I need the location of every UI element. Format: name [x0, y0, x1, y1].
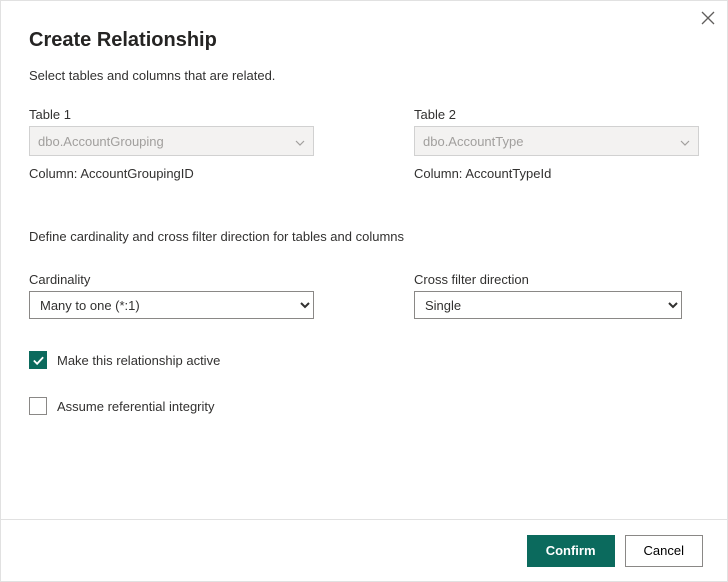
cancel-button[interactable]: Cancel	[625, 535, 703, 567]
dialog-subtitle: Select tables and columns that are relat…	[29, 68, 699, 83]
chevron-down-icon	[680, 136, 690, 146]
crossfilter-label: Cross filter direction	[414, 272, 699, 287]
table2-label: Table 2	[414, 107, 699, 122]
dialog-footer: Confirm Cancel	[1, 519, 727, 581]
table2-value: dbo.AccountType	[423, 134, 523, 149]
active-checkbox[interactable]	[29, 351, 47, 369]
table1-label: Table 1	[29, 107, 314, 122]
table2-column-value: AccountTypeId	[465, 166, 551, 181]
confirm-button[interactable]: Confirm	[527, 535, 615, 567]
table2-column-label: Column:	[414, 166, 462, 181]
chevron-down-icon	[295, 136, 305, 146]
cardinality-section-text: Define cardinality and cross filter dire…	[29, 229, 699, 244]
checkmark-icon	[32, 354, 45, 367]
crossfilter-select[interactable]: Single	[414, 291, 682, 319]
table1-select[interactable]: dbo.AccountGrouping	[29, 126, 314, 156]
integrity-checkbox-label: Assume referential integrity	[57, 399, 215, 414]
cardinality-label: Cardinality	[29, 272, 314, 287]
cardinality-select[interactable]: Many to one (*:1)	[29, 291, 314, 319]
active-checkbox-label: Make this relationship active	[57, 353, 220, 368]
table1-column-label: Column:	[29, 166, 77, 181]
table1-value: dbo.AccountGrouping	[38, 134, 164, 149]
integrity-checkbox[interactable]	[29, 397, 47, 415]
dialog-title: Create Relationship	[29, 29, 699, 52]
create-relationship-dialog: Create Relationship Select tables and co…	[1, 1, 727, 415]
table2-select[interactable]: dbo.AccountType	[414, 126, 699, 156]
table1-column-value: AccountGroupingID	[80, 166, 193, 181]
close-icon[interactable]	[701, 11, 715, 25]
